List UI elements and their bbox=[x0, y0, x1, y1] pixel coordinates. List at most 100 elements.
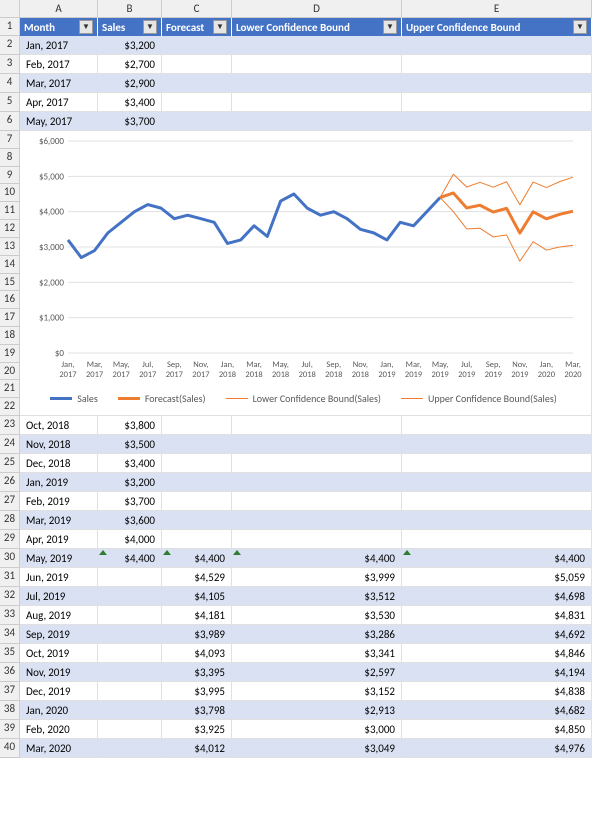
cell[interactable]: $4,846 bbox=[402, 644, 592, 663]
cell[interactable]: Jul, 2019 bbox=[20, 587, 98, 606]
table-header-forecast[interactable]: Forecast▼ bbox=[162, 18, 232, 36]
row-header[interactable]: 32 bbox=[0, 587, 20, 606]
cell[interactable] bbox=[402, 55, 592, 74]
cell[interactable]: $4,105 bbox=[162, 587, 232, 606]
cell[interactable]: $3,395 bbox=[162, 663, 232, 682]
row-header[interactable]: 17 bbox=[0, 309, 20, 327]
row-header[interactable]: 19 bbox=[0, 345, 20, 363]
cell[interactable]: Oct, 2018 bbox=[20, 416, 98, 435]
cell[interactable]: $5,059 bbox=[402, 568, 592, 587]
cell[interactable]: $4,850 bbox=[402, 720, 592, 739]
cell[interactable]: $3,999 bbox=[232, 568, 402, 587]
cell[interactable]: $4,831 bbox=[402, 606, 592, 625]
cell[interactable]: Apr, 2019 bbox=[20, 530, 98, 549]
cell[interactable] bbox=[98, 625, 162, 644]
cell[interactable]: $3,925 bbox=[162, 720, 232, 739]
cell[interactable] bbox=[98, 568, 162, 587]
cell[interactable]: Nov, 2019 bbox=[20, 663, 98, 682]
row-header[interactable]: 37 bbox=[0, 682, 20, 701]
cell[interactable]: $2,700 bbox=[98, 55, 162, 74]
cell[interactable]: $3,800 bbox=[98, 416, 162, 435]
cell[interactable] bbox=[162, 473, 232, 492]
cell[interactable]: $3,049 bbox=[232, 739, 402, 758]
cell[interactable]: $2,900 bbox=[98, 74, 162, 93]
column-header[interactable]: C bbox=[162, 0, 232, 18]
cell[interactable]: Aug, 2019 bbox=[20, 606, 98, 625]
table-header-month[interactable]: Month▼ bbox=[20, 18, 98, 36]
table-header-upper[interactable]: Upper Confidence Bound▼ bbox=[402, 18, 592, 36]
cell[interactable]: $4,400 bbox=[162, 549, 232, 568]
cell[interactable] bbox=[402, 112, 592, 131]
column-header[interactable]: B bbox=[98, 0, 162, 18]
cell[interactable]: $4,400 bbox=[98, 549, 162, 568]
cell[interactable] bbox=[402, 435, 592, 454]
cell[interactable]: $3,000 bbox=[232, 720, 402, 739]
row-header[interactable]: 38 bbox=[0, 701, 20, 720]
cell[interactable]: $4,698 bbox=[402, 587, 592, 606]
cell[interactable]: $3,500 bbox=[98, 435, 162, 454]
cell[interactable]: Feb, 2019 bbox=[20, 492, 98, 511]
cell[interactable] bbox=[232, 530, 402, 549]
cell[interactable]: $4,194 bbox=[402, 663, 592, 682]
cell[interactable] bbox=[232, 36, 402, 55]
cell[interactable]: Jan, 2020 bbox=[20, 701, 98, 720]
cell[interactable]: $3,200 bbox=[98, 473, 162, 492]
cell[interactable]: $3,400 bbox=[98, 93, 162, 112]
cell[interactable] bbox=[232, 511, 402, 530]
cell[interactable]: $4,012 bbox=[162, 739, 232, 758]
row-header[interactable]: 12 bbox=[0, 220, 20, 238]
cell[interactable]: $4,400 bbox=[232, 549, 402, 568]
cell[interactable]: Sep, 2019 bbox=[20, 625, 98, 644]
row-header[interactable]: 35 bbox=[0, 644, 20, 663]
cell[interactable]: $4,529 bbox=[162, 568, 232, 587]
cell[interactable]: $3,400 bbox=[98, 454, 162, 473]
cell[interactable]: $3,530 bbox=[232, 606, 402, 625]
row-header[interactable]: 8 bbox=[0, 149, 20, 167]
cell[interactable] bbox=[162, 55, 232, 74]
row-header[interactable]: 36 bbox=[0, 663, 20, 682]
row-header[interactable]: 9 bbox=[0, 167, 20, 185]
cell[interactable] bbox=[98, 663, 162, 682]
row-header[interactable]: 11 bbox=[0, 202, 20, 220]
row-header[interactable]: 39 bbox=[0, 720, 20, 739]
cell[interactable]: $4,400 bbox=[402, 549, 592, 568]
row-header[interactable]: 14 bbox=[0, 256, 20, 274]
cell[interactable]: Mar, 2020 bbox=[20, 739, 98, 758]
row-header[interactable]: 6 bbox=[0, 112, 20, 131]
cell[interactable]: $2,597 bbox=[232, 663, 402, 682]
cell[interactable] bbox=[98, 606, 162, 625]
cell[interactable] bbox=[98, 644, 162, 663]
row-header[interactable]: 5 bbox=[0, 93, 20, 112]
row-header[interactable]: 28 bbox=[0, 511, 20, 530]
cell[interactable] bbox=[232, 93, 402, 112]
row-header[interactable]: 15 bbox=[0, 274, 20, 292]
cell[interactable] bbox=[162, 36, 232, 55]
cell[interactable]: $3,512 bbox=[232, 587, 402, 606]
cell[interactable] bbox=[402, 454, 592, 473]
cell[interactable] bbox=[402, 530, 592, 549]
filter-dropdown-icon[interactable]: ▼ bbox=[79, 20, 93, 34]
cell[interactable]: Jun, 2019 bbox=[20, 568, 98, 587]
cell[interactable]: $3,989 bbox=[162, 625, 232, 644]
row-header[interactable]: 23 bbox=[0, 416, 20, 435]
cell[interactable]: $4,692 bbox=[402, 625, 592, 644]
cell[interactable]: Dec, 2018 bbox=[20, 454, 98, 473]
cell[interactable]: $3,700 bbox=[98, 112, 162, 131]
select-all-corner[interactable] bbox=[0, 0, 20, 18]
cell[interactable] bbox=[232, 454, 402, 473]
row-header[interactable]: 29 bbox=[0, 530, 20, 549]
row-header[interactable]: 3 bbox=[0, 55, 20, 74]
filter-dropdown-icon[interactable]: ▼ bbox=[383, 20, 397, 34]
row-header[interactable]: 13 bbox=[0, 238, 20, 256]
cell[interactable] bbox=[162, 74, 232, 93]
cell[interactable]: Mar, 2017 bbox=[20, 74, 98, 93]
cell[interactable]: Jan, 2017 bbox=[20, 36, 98, 55]
cell[interactable] bbox=[232, 74, 402, 93]
cell[interactable]: Apr, 2017 bbox=[20, 93, 98, 112]
cell[interactable] bbox=[162, 112, 232, 131]
row-header[interactable]: 22 bbox=[0, 398, 20, 416]
row-header[interactable]: 2 bbox=[0, 36, 20, 55]
forecast-chart[interactable]: $0$1,000$2,000$3,000$4,000$5,000$6,000Ja… bbox=[20, 131, 592, 416]
cell[interactable]: $4,682 bbox=[402, 701, 592, 720]
cell[interactable] bbox=[402, 473, 592, 492]
